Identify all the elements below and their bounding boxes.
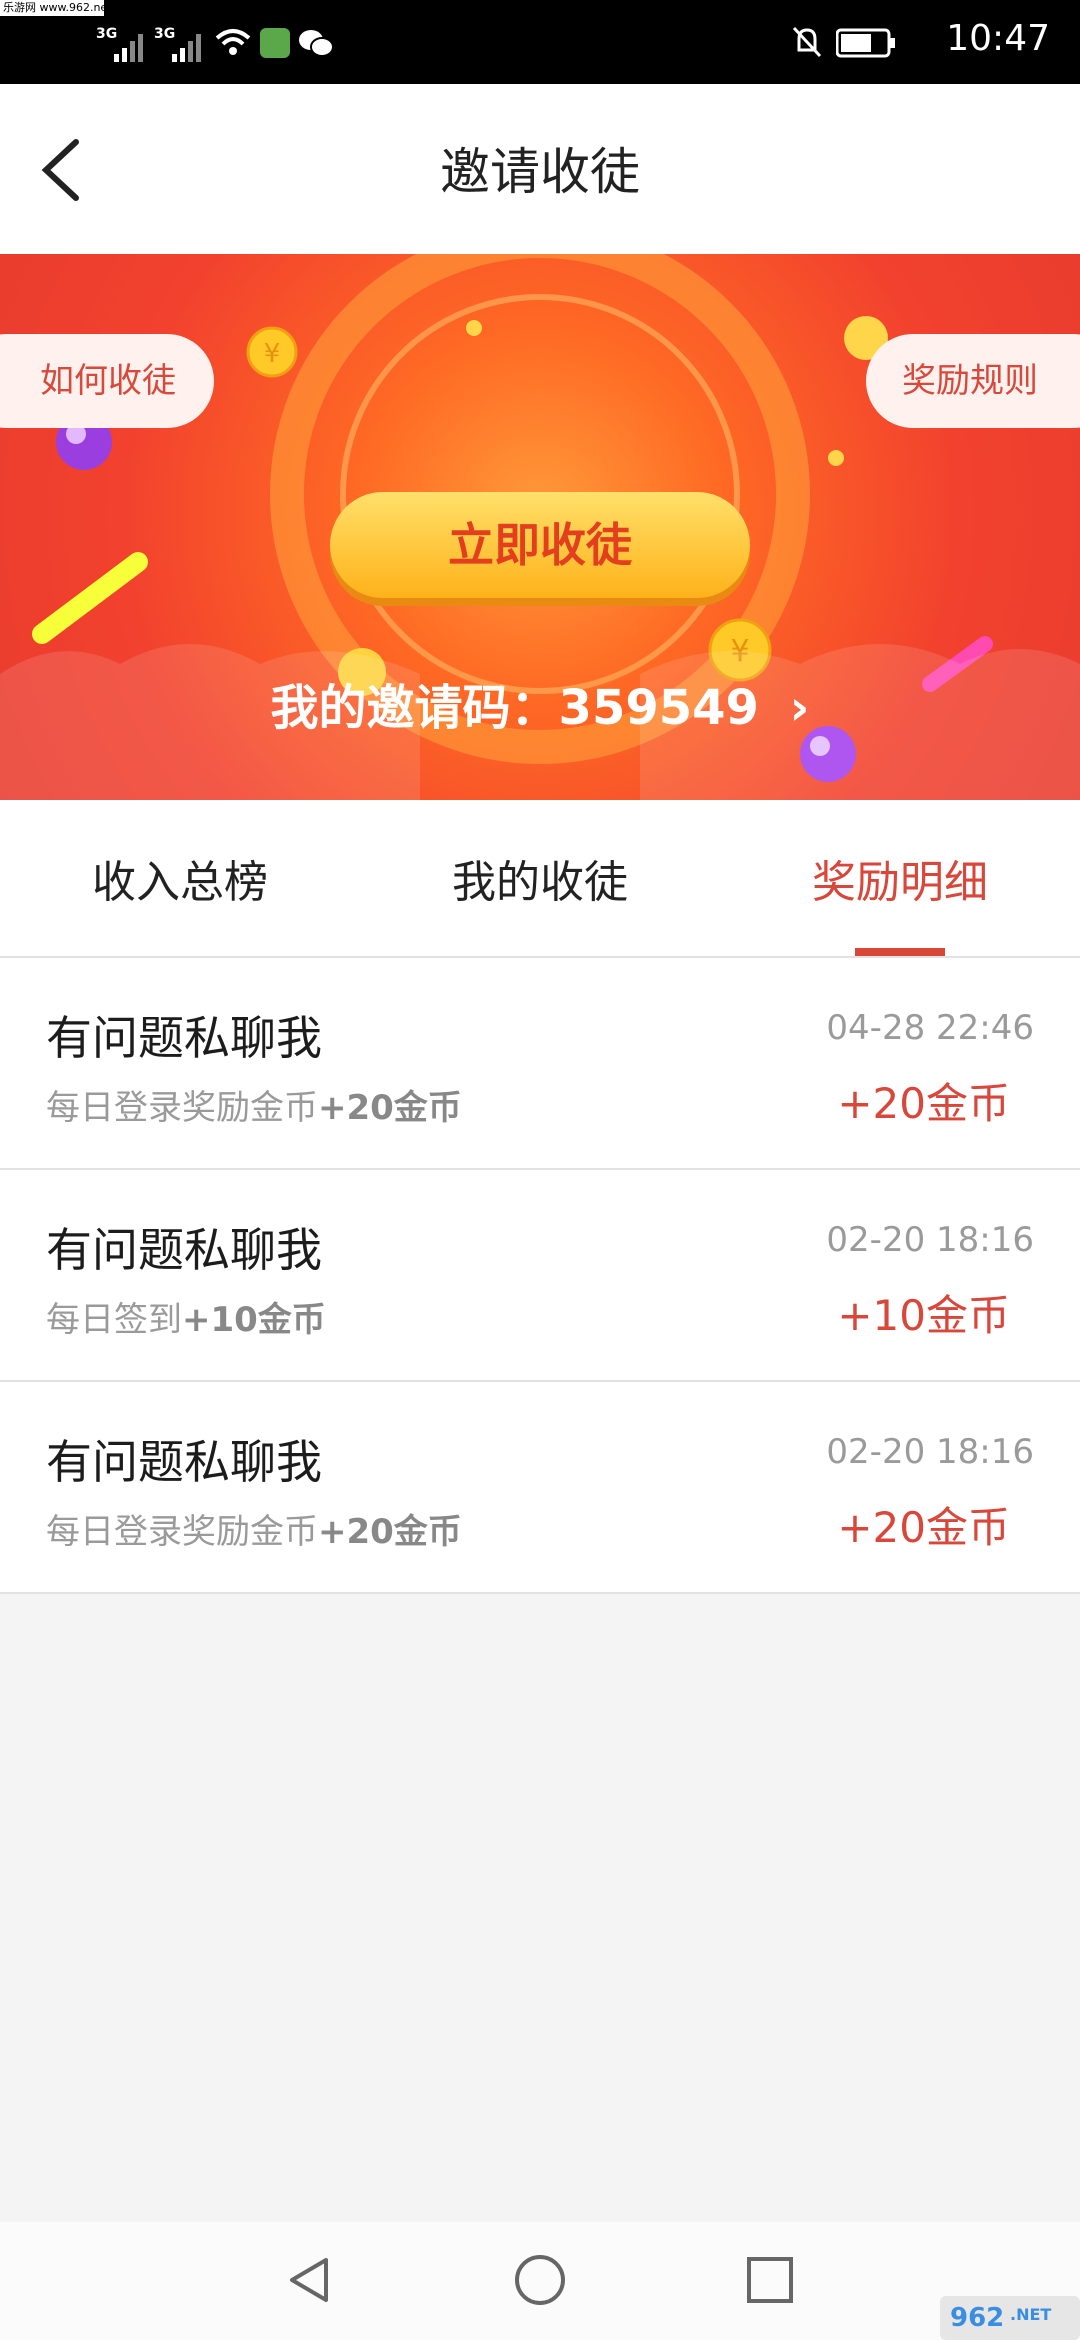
record-description: 每日登录奖励金币+20金币 xyxy=(46,1512,462,1552)
record-datetime: 02-20 18:16 xyxy=(826,1220,1034,1260)
record-amount: +20金币 xyxy=(837,1079,1010,1128)
tab-income-ranking[interactable]: 收入总榜 xyxy=(0,846,360,910)
tab-reward-details[interactable]: 奖励明细 xyxy=(720,846,1080,910)
reward-rules-button[interactable]: 奖励规则 xyxy=(866,334,1080,428)
tab-bar: 收入总榜 我的收徒 奖励明细 xyxy=(0,800,1080,958)
chevron-right-icon: › xyxy=(789,680,810,736)
svg-text:.NET: .NET xyxy=(1010,2305,1051,2324)
record-description: 每日登录奖励金币+20金币 xyxy=(46,1088,462,1128)
tab-my-apprentices[interactable]: 我的收徒 xyxy=(360,846,720,910)
invite-now-button[interactable]: 立即收徒 xyxy=(330,492,750,598)
record-title: 有问题私聊我 xyxy=(46,1435,322,1489)
list-item[interactable]: 有问题私聊我 每日签到+10金币 02-20 18:16 +10金币 xyxy=(0,1170,1080,1382)
record-amount: +10金币 xyxy=(837,1291,1010,1340)
battery-icon xyxy=(836,28,895,58)
wechat-icon xyxy=(299,30,334,57)
nav-recents-icon[interactable] xyxy=(742,2252,798,2308)
nav-back-icon[interactable] xyxy=(282,2252,338,2308)
list-item[interactable]: 有问题私聊我 每日登录奖励金币+20金币 02-20 18:16 +20金币 xyxy=(0,1382,1080,1594)
nav-home-icon[interactable] xyxy=(512,2252,568,2308)
invite-code-text: 我的邀请码：359549 xyxy=(270,680,759,736)
record-description: 每日签到+10金币 xyxy=(46,1300,326,1340)
record-title: 有问题私聊我 xyxy=(46,1223,322,1277)
how-to-invite-button[interactable]: 如何收徒 xyxy=(0,334,214,428)
record-datetime: 04-28 22:46 xyxy=(826,1008,1034,1048)
record-title: 有问题私聊我 xyxy=(46,1011,322,1065)
active-tab-indicator xyxy=(855,948,945,956)
notifications-off-icon xyxy=(792,26,822,58)
list-item[interactable]: 有问题私聊我 每日登录奖励金币+20金币 04-28 22:46 +20金币 xyxy=(0,958,1080,1170)
site-logo-watermark: 962 .NET xyxy=(940,2296,1080,2340)
invite-code-link[interactable]: 我的邀请码：359549 › xyxy=(0,668,1080,738)
invite-banner: ¥ ¥ 如何收徒 奖励规则 立即收徒 我的邀请码：359549 › xyxy=(0,254,1080,800)
clock: 10:47 xyxy=(946,18,1050,59)
top-app-bar: 邀请收徒 xyxy=(0,84,1080,254)
svg-text:¥: ¥ xyxy=(264,339,281,369)
record-amount: +20金币 xyxy=(837,1503,1010,1552)
page-title: 邀请收徒 xyxy=(440,143,640,201)
app-notification-icon xyxy=(260,28,290,58)
svg-text:962: 962 xyxy=(950,2303,1004,2333)
record-datetime: 02-20 18:16 xyxy=(826,1432,1034,1472)
wifi-icon xyxy=(215,29,251,55)
system-nav-bar: 962 .NET xyxy=(0,2222,1080,2340)
status-bar: 乐游网 www.962.net 3G 3G 10:47 xyxy=(0,0,1080,84)
watermark: 乐游网 www.962.net xyxy=(0,0,104,16)
